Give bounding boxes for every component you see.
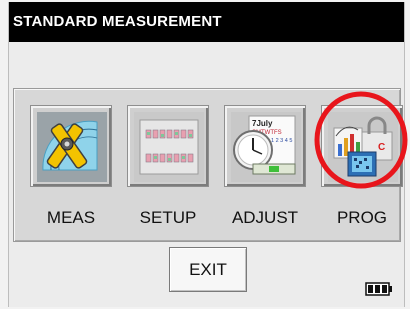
- window-title: STANDARD MEASUREMENT: [9, 2, 404, 42]
- battery-icon: [365, 282, 392, 296]
- adjust-button[interactable]: 7July SMTWTFS 1 2 3 4 5: [224, 105, 306, 187]
- calendar-numbers: 1 2 3 4 5: [271, 138, 292, 144]
- app-window: STANDARD MEASUREMENT MEAS SETUP 7July SM…: [8, 2, 408, 307]
- exit-button[interactable]: EXIT: [169, 247, 247, 292]
- selection-highlight-circle: [314, 91, 408, 189]
- measurement-protractor-icon: [37, 112, 107, 182]
- calendar-month: 7July: [252, 119, 273, 128]
- setup-label: SETUP: [139, 208, 197, 227]
- meas-button[interactable]: [30, 105, 112, 187]
- meas-label: MEAS: [46, 208, 96, 227]
- adjust-label: ADJUST: [231, 208, 299, 227]
- adjust-calendar-clock-icon: 7July SMTWTFS 1 2 3 4 5: [231, 112, 301, 182]
- setup-button[interactable]: [127, 105, 209, 187]
- setup-panel-icon: [134, 112, 204, 182]
- prog-label: PROG: [336, 208, 388, 227]
